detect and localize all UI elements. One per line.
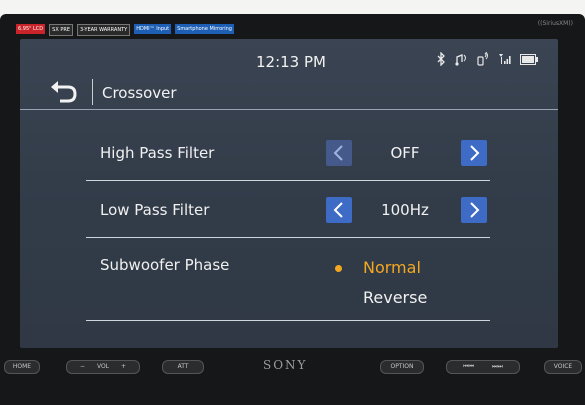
volume-rocker[interactable]: − VOL + (66, 360, 140, 374)
volume-down-icon[interactable]: − (80, 363, 85, 370)
audio-stream-icon (454, 52, 468, 69)
selected-indicator-dot (335, 265, 342, 272)
track-skip-rocker[interactable]: ⏮⏮ ⏭⏭ (446, 360, 520, 374)
signal-strength-icon (498, 53, 512, 68)
volume-up-icon[interactable]: + (121, 363, 126, 370)
header-divider (20, 109, 558, 110)
hpf-value: OFF (390, 144, 420, 162)
promo-stickers: 6.95" LCD SX PRE 3-YEAR WARRANTY HDMI™ I… (16, 24, 234, 36)
lpf-value: 100Hz (381, 201, 429, 219)
battery-icon (520, 53, 538, 68)
warranty-sticker: 3-YEAR WARRANTY (77, 24, 131, 36)
row-divider (86, 237, 490, 238)
next-track-icon[interactable]: ⏭⏭ (492, 363, 503, 370)
lpf-label: Low Pass Filter (100, 201, 210, 219)
chevron-left-icon (333, 202, 343, 218)
mirroring-sticker: Smartphone Mirroring (175, 24, 234, 34)
lpf-increase-button[interactable] (461, 197, 487, 223)
chevron-right-icon (470, 202, 480, 218)
display-screen: 12:13 PM Crossover High Pass Filter OFF (20, 39, 558, 348)
siriusxm-logo: ((SiriusXM)) (537, 20, 573, 27)
hpf-increase-button[interactable] (461, 140, 487, 166)
hdmi-sticker: HDMI™ Input (134, 24, 172, 34)
voice-button[interactable]: VOICE (544, 360, 582, 374)
sony-logo: SONY (263, 358, 308, 372)
back-button[interactable] (50, 81, 78, 103)
header-separator (92, 79, 93, 105)
bluetooth-icon (436, 51, 446, 69)
previous-track-icon[interactable]: ⏮⏮ (463, 363, 474, 370)
clock: 12:13 PM (256, 53, 326, 71)
lpf-decrease-button[interactable] (326, 197, 352, 223)
page-title: Crossover (102, 84, 177, 102)
phase-option-normal[interactable]: Normal (363, 258, 421, 277)
hpf-label: High Pass Filter (100, 144, 215, 162)
back-arrow-icon (51, 81, 77, 103)
chevron-left-icon (333, 145, 343, 161)
option-button[interactable]: OPTION (380, 360, 424, 374)
volume-label: VOL (96, 363, 110, 370)
phase-option-reverse[interactable]: Reverse (363, 288, 427, 307)
phase-label: Subwoofer Phase (100, 256, 230, 274)
att-button[interactable]: ATT (162, 360, 204, 374)
hpf-decrease-button[interactable] (326, 140, 352, 166)
chevron-right-icon (470, 145, 480, 161)
lcd-sticker: 6.95" LCD (16, 24, 46, 34)
row-divider (86, 180, 490, 181)
home-button[interactable]: HOME (4, 360, 40, 374)
status-icons (436, 51, 538, 69)
row-divider (86, 320, 490, 321)
sxm-sticker: SX PRE (49, 24, 73, 36)
phone-link-icon (476, 51, 490, 69)
